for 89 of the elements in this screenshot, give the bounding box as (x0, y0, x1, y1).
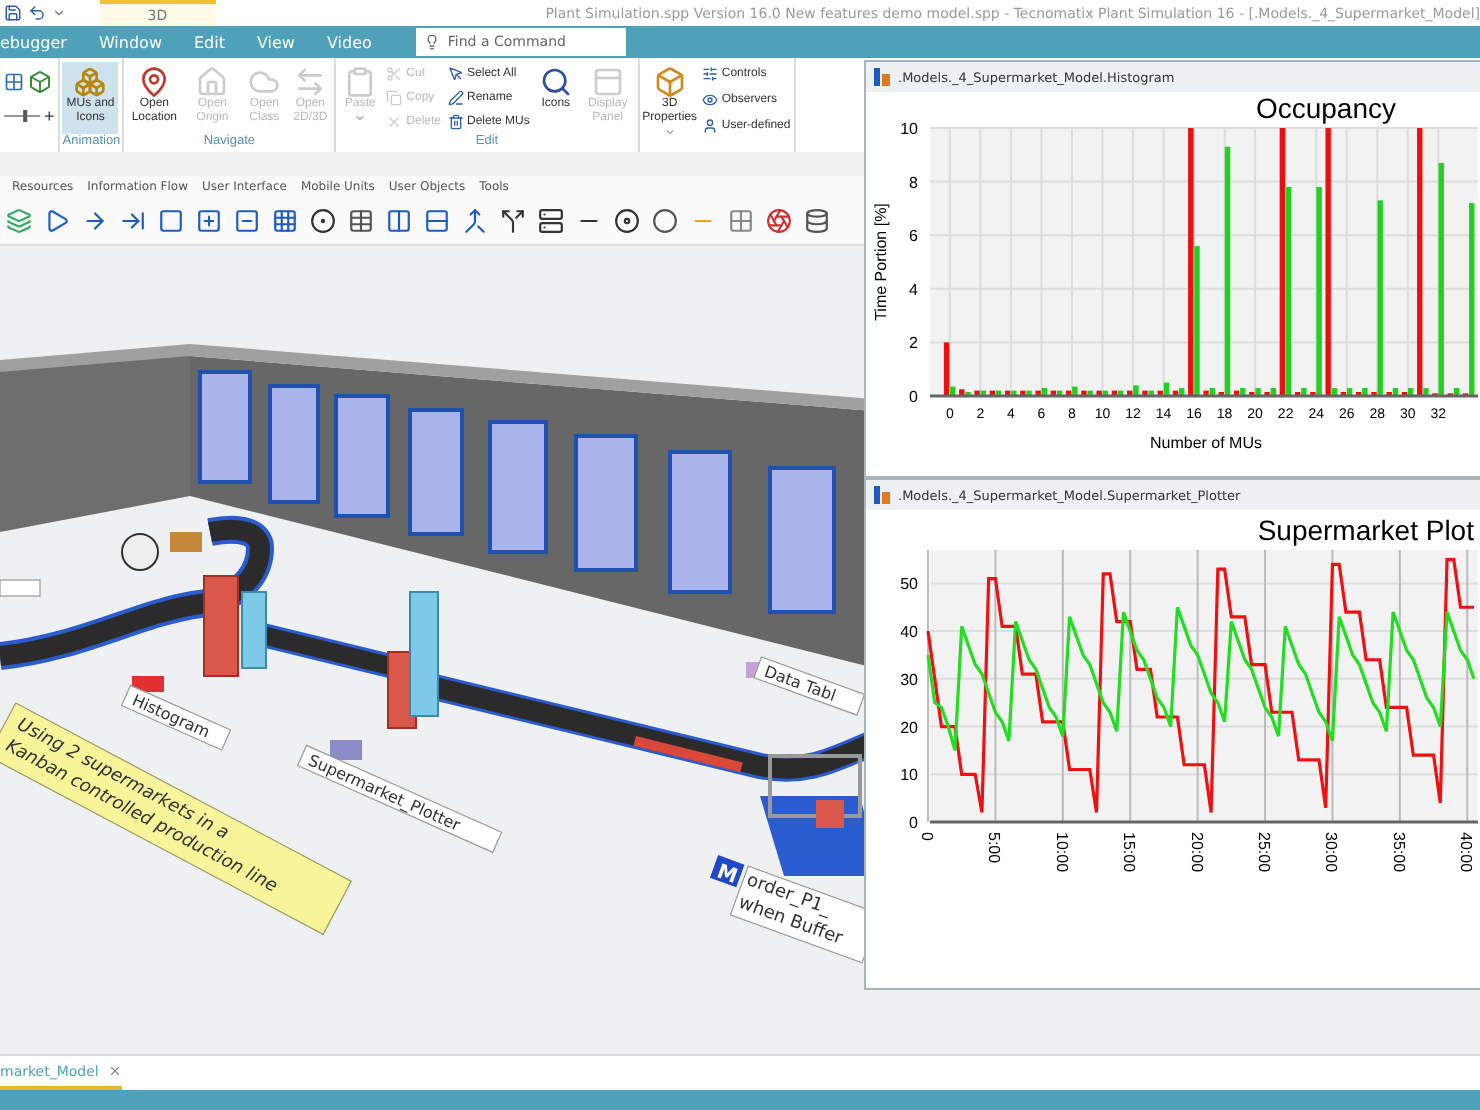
frame-icon[interactable] (28, 70, 52, 94)
chart-title: Supermarket Plot (1257, 514, 1474, 546)
grid-icon[interactable] (272, 207, 298, 233)
wall-window (668, 450, 732, 594)
tick-label: 30 (900, 670, 918, 689)
tick-label: 20:00 (1187, 832, 1206, 873)
user-icon (701, 117, 718, 134)
tick-label: 0 (918, 832, 936, 841)
tick-label: 10:00 (1052, 832, 1071, 873)
swap-icon (294, 66, 327, 98)
cross-icon (386, 114, 403, 130)
crate (170, 532, 202, 552)
disc-icon[interactable] (614, 207, 640, 233)
magnifier-icon (539, 66, 572, 98)
boxes-icon (74, 66, 107, 98)
wall-window (408, 408, 464, 536)
delete-icon (447, 114, 464, 130)
undo-icon[interactable] (28, 4, 46, 22)
house-icon (196, 66, 229, 98)
tick-label: 35:00 (1389, 832, 1408, 873)
zoom-in-button[interactable]: + (44, 106, 55, 126)
grid-icon[interactable] (4, 72, 24, 92)
split-icon[interactable] (500, 207, 526, 233)
square-minus-icon[interactable] (234, 207, 260, 233)
layers-icon[interactable] (6, 207, 32, 233)
circle-icon[interactable] (652, 207, 678, 233)
tick-label: 30:00 (1322, 832, 1341, 873)
axis-label: Time Portion [%] (872, 203, 890, 321)
app-icon (874, 68, 890, 86)
aperture-icon[interactable] (766, 207, 792, 233)
part-stack (241, 591, 267, 669)
tick-label: 25:00 (1255, 832, 1274, 873)
grid-square-icon[interactable] (728, 207, 754, 233)
zoom-slider[interactable] (4, 110, 40, 122)
tick-label: 2 (909, 334, 918, 353)
scissors-icon (386, 66, 403, 82)
tick-label: 0 (909, 814, 918, 832)
axis-label: Number of MUs (1150, 434, 1262, 452)
tick-label: 4 (909, 280, 918, 299)
cube-icon (653, 66, 686, 98)
method-badge: M (709, 855, 745, 889)
lightbulb-icon (423, 34, 440, 50)
label-plate (0, 579, 41, 597)
wall-window (334, 394, 390, 518)
tick-label: 10 (900, 766, 918, 785)
tick-label: 10 (900, 120, 918, 138)
tick-label: 6 (909, 227, 918, 246)
chart-title: Occupancy (1255, 92, 1397, 124)
arrow-icon[interactable] (82, 207, 108, 233)
pin-icon (138, 66, 171, 98)
database-icon[interactable] (804, 207, 830, 233)
tick-label: 20 (900, 718, 918, 737)
merge-icon[interactable] (462, 207, 488, 233)
tick-label: 8 (909, 173, 918, 192)
cloud-icon (248, 66, 281, 98)
wall-window (198, 370, 252, 484)
copy-icon (386, 90, 403, 106)
wall-window (268, 384, 320, 504)
play-icon[interactable] (44, 207, 70, 233)
caret-icon[interactable] (52, 6, 66, 20)
server-icon[interactable] (538, 207, 564, 233)
tick-label: 40 (900, 623, 918, 642)
controls-icon (701, 66, 718, 83)
panel-icon (591, 66, 624, 98)
target-icon[interactable] (310, 207, 336, 233)
tick-label: 0 (909, 388, 918, 406)
clipboard-icon (344, 66, 377, 98)
select-icon (447, 66, 464, 82)
observers-icon (701, 91, 718, 108)
wall-window (488, 420, 548, 554)
app-icon (874, 486, 890, 504)
rows-icon[interactable] (424, 207, 450, 233)
tick-label: 15:00 (1120, 832, 1139, 873)
turntable (121, 533, 159, 571)
columns-icon[interactable] (386, 207, 412, 233)
wall-window (574, 434, 638, 572)
scene-label: Data Tabl (753, 656, 866, 716)
close-icon[interactable] (108, 1064, 123, 1078)
save-icon[interactable] (4, 4, 22, 22)
object-icon (132, 676, 164, 692)
square-icon[interactable] (158, 207, 184, 233)
tick-label: 50 (900, 575, 918, 594)
part-stack (203, 575, 239, 677)
table-icon[interactable] (348, 207, 374, 233)
rename-icon (447, 90, 464, 106)
square-plus-icon[interactable] (196, 207, 222, 233)
tick-label: 5:00 (985, 832, 1004, 864)
arrow-to-line-icon[interactable] (120, 207, 146, 233)
tick-label: 40:00 (1457, 832, 1476, 873)
